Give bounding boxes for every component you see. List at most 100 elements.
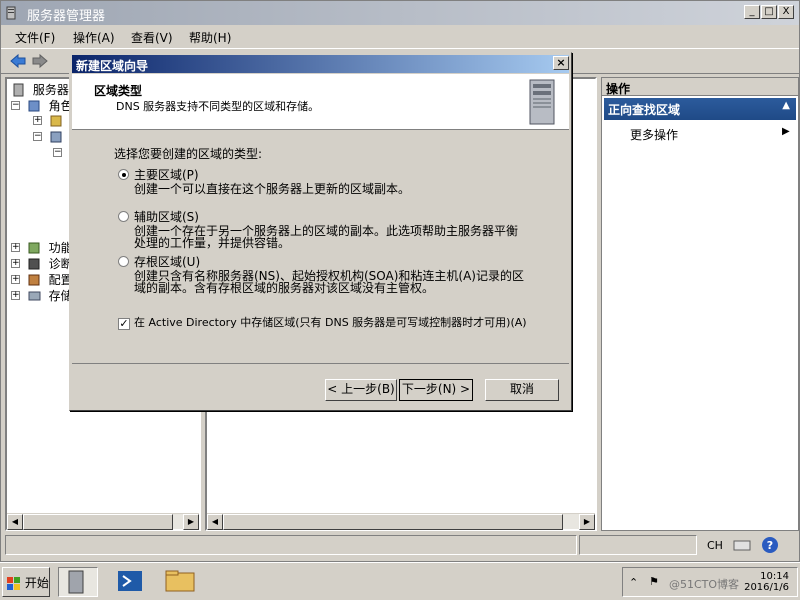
radio-secondary-zone[interactable] [118,211,129,222]
tree-horizontal-scrollbar[interactable]: ◀ ▶ [7,513,199,530]
server-icon [13,83,24,96]
back-button[interactable]: < 上一步(B) [325,379,397,401]
storage-icon [28,291,41,300]
collapse-icon[interactable]: − [33,132,42,141]
tree-item-features[interactable]: + 功能 [11,239,73,255]
forward-arrow-icon[interactable] [31,53,49,69]
clock-time: 10:14 [760,571,789,582]
stub-zone-label[interactable]: 存根区域(U) [134,253,200,270]
taskbar: 开始 ⌃ ⚑ @51CTO博客 10:14 2016/1/6 [0,562,800,600]
collapse-icon[interactable]: − [53,148,62,157]
help-icon[interactable]: ? [761,536,779,554]
taskbar-explorer[interactable] [162,567,202,597]
clock-date: 2016/1/6 [744,582,789,593]
expand-icon[interactable]: + [11,243,20,252]
dialog-title-bar[interactable]: 新建区域向导 × [72,55,569,73]
watermark: @51CTO博客 [669,578,740,591]
start-label: 开始 [24,576,49,590]
store-in-ad-label[interactable]: 在 Active Directory 中存储区域(只有 DNS 服务器是可写域控… [134,317,554,329]
back-arrow-icon[interactable] [9,53,27,69]
system-tray: ⌃ ⚑ @51CTO博客 10:14 2016/1/6 [622,567,798,597]
scroll-left-icon[interactable]: ◀ [207,514,223,530]
zone-type-prompt: 选择您要创建的区域的类型: [114,147,263,161]
folder-icon [165,570,195,592]
taskbar-server-manager[interactable] [58,567,98,597]
svg-text:?: ? [767,539,773,552]
clock[interactable]: 10:14 2016/1/6 [744,571,789,593]
expand-icon[interactable]: + [33,116,42,125]
actions-header: 操作 [602,78,798,96]
scroll-left-icon[interactable]: ◀ [7,514,23,530]
windows-logo-icon [7,576,20,590]
secondary-zone-label[interactable]: 辅助区域(S) [134,208,199,225]
maximize-button[interactable]: □ [761,5,777,19]
expand-icon[interactable]: + [11,291,20,300]
dialog-title: 新建区域向导 [76,59,149,73]
tree-item-configuration[interactable]: + 配置 [11,271,73,287]
menu-file[interactable]: 文件(F) [15,29,55,46]
language-indicator[interactable]: CH [707,539,723,552]
primary-zone-label[interactable]: 主要区域(P) [134,166,199,183]
menu-view[interactable]: 查看(V) [131,29,173,46]
more-actions-link[interactable]: 更多操作 [630,126,678,143]
role-icon [50,115,62,126]
status-bar: CH ? [1,533,799,561]
dialog-close-button[interactable]: × [553,56,569,70]
expand-icon[interactable]: + [11,259,20,268]
scroll-thumb[interactable] [23,514,173,530]
features-icon [28,242,40,253]
tree-item-dns-server[interactable]: − [53,145,65,161]
server-manager-taskbar-icon [68,570,84,594]
close-button[interactable]: X [778,5,794,19]
store-in-ad-checkbox[interactable]: ✓ [118,318,130,330]
dialog-header: 区域类型 DNS 服务器支持不同类型的区域和存储。 [72,74,569,130]
status-segment-1 [5,535,577,555]
show-hidden-icons[interactable]: ⌃ [629,576,638,589]
keyboard-icon[interactable] [733,537,751,553]
tree-item-role-1[interactable]: + [33,113,67,129]
title-bar[interactable]: 服务器管理器 _ □ X [1,1,799,25]
content-horizontal-scrollbar[interactable]: ◀ ▶ [207,513,595,530]
dialog-header-description: DNS 服务器支持不同类型的区域和存储。 [116,100,320,113]
more-actions-label: 更多操作 [630,128,679,142]
tree-item-roles[interactable]: − 角色 [11,97,73,113]
submenu-arrow-icon: ▶ [782,126,790,137]
tree-item-diagnostics[interactable]: + 诊断 [11,255,73,271]
dns-icon [50,131,62,142]
stub-zone-description: 创建只含有名称服务器(NS)、起始授权机构(SOA)和粘连主机(A)记录的区域的… [134,269,524,295]
collapse-icon[interactable]: − [11,101,20,110]
actions-pane: 操作 正向查找区域 ▲ 更多操作 ▶ [601,77,799,531]
flag-icon[interactable]: ⚑ [649,575,659,588]
start-button[interactable]: 开始 [2,567,50,597]
roles-icon [28,100,40,111]
cancel-button[interactable]: 取消 [485,379,559,401]
radio-stub-zone[interactable] [118,256,129,267]
status-segment-2 [579,535,697,555]
scroll-thumb[interactable] [223,514,563,530]
collapse-up-icon[interactable]: ▲ [782,100,790,111]
tree-item-storage[interactable]: + 存储 [11,287,73,303]
menu-action[interactable]: 操作(A) [73,29,115,46]
next-button[interactable]: 下一步(N) > [399,379,473,401]
server-manager-icon [6,6,16,20]
diagnostics-icon [28,258,40,269]
expand-icon[interactable]: + [11,275,20,284]
menu-bar: 文件(F) 操作(A) 查看(V) 帮助(H) [1,25,799,47]
taskbar-powershell[interactable] [112,567,152,597]
new-zone-wizard-dialog: 新建区域向导 × 区域类型 DNS 服务器支持不同类型的区域和存储。 选择您要创… [69,52,572,411]
scroll-right-icon[interactable]: ▶ [183,514,199,530]
primary-zone-description: 创建一个可以直接在这个服务器上更新的区域副本。 [134,182,411,196]
actions-section-label: 正向查找区域 [608,103,681,117]
dialog-header-title: 区域类型 [94,84,143,98]
radio-primary-zone[interactable] [118,169,129,180]
minimize-button[interactable]: _ [744,5,760,19]
tree-item-role-dns[interactable]: − [33,129,67,145]
window-title: 服务器管理器 [27,9,106,24]
dialog-body: 选择您要创建的区域的类型: 主要区域(P) 创建一个可以直接在这个服务器上更新的… [70,131,571,361]
configuration-icon [28,274,40,285]
actions-section-forward-lookup[interactable]: 正向查找区域 ▲ [604,98,796,120]
menu-help[interactable]: 帮助(H) [189,29,231,46]
secondary-zone-description: 创建一个存在于另一个服务器上的区域的副本。此选项帮助主服务器平衡处理的工作量，并… [134,224,519,250]
powershell-icon [118,571,142,591]
scroll-right-icon[interactable]: ▶ [579,514,595,530]
